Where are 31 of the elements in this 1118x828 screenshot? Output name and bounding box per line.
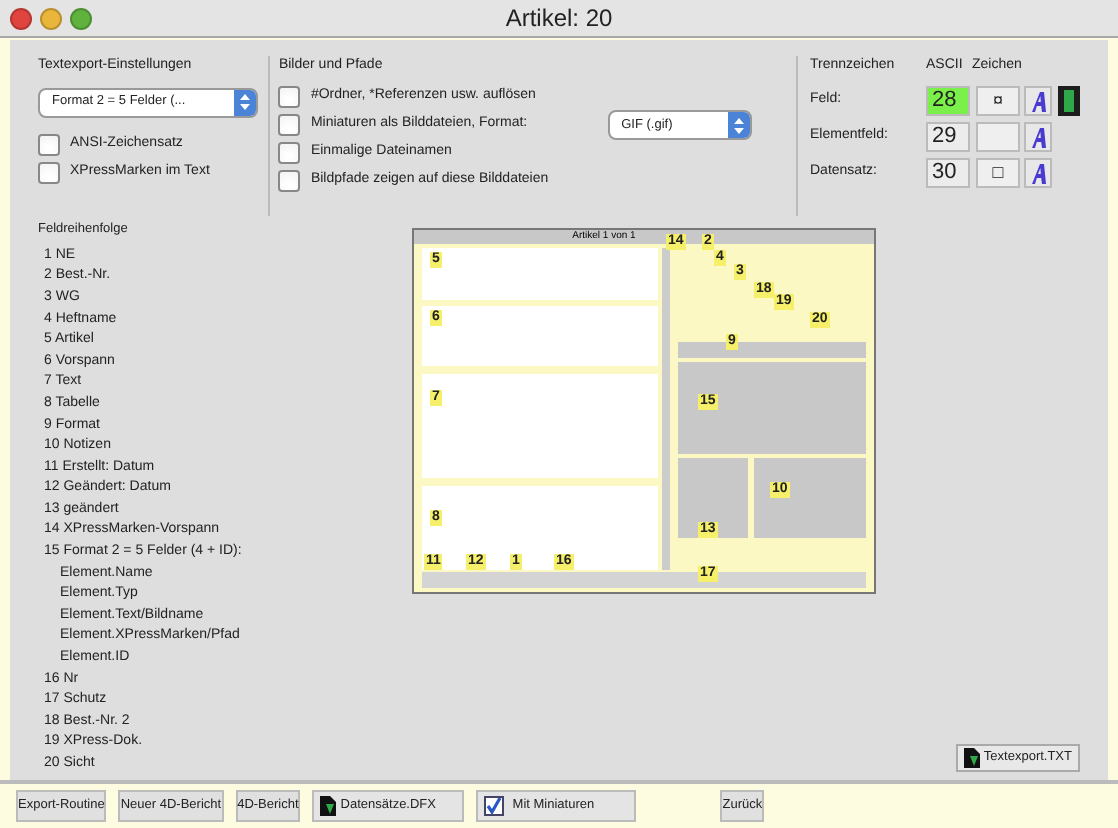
document-icon: [320, 796, 337, 816]
checkbox[interactable]: [278, 114, 301, 136]
ascii-field[interactable]: 30: [926, 158, 970, 188]
ascii-field[interactable]: 29: [926, 122, 970, 152]
ascii-field[interactable]: 28: [926, 86, 970, 116]
checkbox[interactable]: [278, 86, 301, 108]
close-button[interactable]: [10, 8, 32, 30]
updown-arrows-icon: [234, 89, 256, 115]
checkmark-icon: [486, 798, 503, 814]
font-button[interactable]: [1024, 158, 1052, 188]
font-icon: [1029, 91, 1047, 111]
window-title: Artikel: 20: [505, 2, 613, 36]
updown-arrows-icon: [727, 112, 750, 138]
minimize-button[interactable]: [40, 8, 62, 30]
checkbox[interactable]: [278, 142, 301, 164]
document-icon: [963, 748, 980, 768]
char-field[interactable]: ¤: [976, 86, 1020, 116]
zoom-button[interactable]: [70, 8, 92, 30]
char-field[interactable]: [976, 122, 1020, 152]
font-icon: [1029, 127, 1047, 147]
font-icon: [1029, 163, 1047, 183]
checkbox[interactable]: [278, 170, 301, 192]
checkbox[interactable]: [38, 161, 60, 183]
char-field[interactable]: □: [976, 158, 1020, 188]
preview-panel: [754, 458, 866, 538]
font-button[interactable]: [1024, 122, 1052, 152]
film-icon[interactable]: [1058, 86, 1080, 116]
font-button[interactable]: [1024, 86, 1052, 116]
checkbox[interactable]: [38, 133, 60, 155]
preview-panel: [678, 458, 748, 538]
checkbox[interactable]: [484, 796, 505, 816]
